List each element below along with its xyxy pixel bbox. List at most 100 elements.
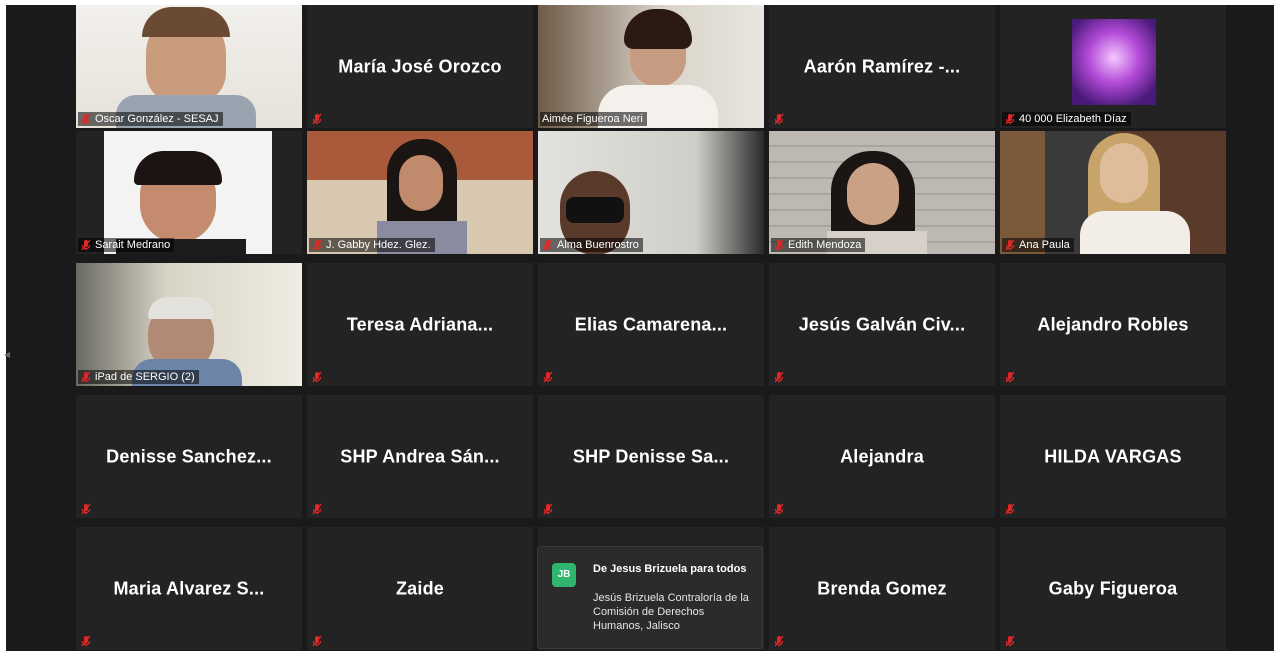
participant-tile[interactable]: Sarait Medrano: [76, 131, 302, 254]
chat-notification[interactable]: JB De Jesus Brizuela para todos Jesús Br…: [537, 546, 763, 649]
participant-name-label: [78, 634, 99, 648]
participant-name-label: [540, 370, 561, 384]
participant-display-name: Denisse Sanchez...: [106, 446, 272, 466]
chat-avatar: JB: [552, 563, 576, 587]
mic-muted-icon: [311, 239, 326, 251]
mic-muted-icon: [1004, 113, 1019, 125]
participant-display-name: Teresa Adriana...: [346, 314, 494, 334]
participant-tile[interactable]: Denisse Sanchez...: [76, 395, 302, 518]
participant-name-label: Sarait Medrano: [78, 238, 175, 252]
participant-name-label: [309, 634, 330, 648]
participant-name-label: Edith Mendoza: [771, 238, 866, 252]
participant-display-name: Aarón Ramírez -...: [803, 56, 961, 76]
video-feed: [307, 131, 533, 254]
participant-name-label: [309, 502, 330, 516]
participant-display-name: María José Orozco: [338, 56, 502, 76]
participant-display-name: HILDA VARGAS: [1044, 446, 1182, 466]
participant-tile[interactable]: iPad de SERGIO (2): [76, 263, 302, 386]
participant-name: Edith Mendoza: [788, 239, 862, 251]
participant-name-label: [1002, 370, 1023, 384]
participant-tile[interactable]: SHP Andrea Sán...: [307, 395, 533, 518]
participant-name-label: [771, 502, 792, 516]
mic-muted-icon: [311, 503, 326, 515]
mic-muted-icon: [1004, 503, 1019, 515]
participant-name: iPad de SERGIO (2): [95, 371, 195, 383]
participant-name-label: Aimée Figueroa Neri: [540, 112, 647, 126]
participant-name-label: [540, 502, 561, 516]
participant-tile[interactable]: Zaide: [307, 527, 533, 650]
mic-muted-icon: [80, 239, 95, 251]
mic-muted-icon: [1004, 239, 1019, 251]
participant-tile[interactable]: J. Gabby Hdez. Glez.: [307, 131, 533, 254]
participant-tile[interactable]: Elias Camarena...: [538, 263, 764, 386]
participant-display-name: Elias Camarena...: [574, 314, 728, 334]
participant-name: J. Gabby Hdez. Glez.: [326, 239, 431, 251]
mic-muted-icon: [1004, 371, 1019, 383]
participant-display-name: Maria Alvarez S...: [113, 578, 265, 598]
participant-name-label: iPad de SERGIO (2): [78, 370, 199, 384]
participant-name-label: [771, 112, 792, 126]
participant-name-label: Alma Buenrostro: [540, 238, 643, 252]
mic-muted-icon: [80, 503, 95, 515]
participant-tile[interactable]: 40 000 Elizabeth Díaz: [1000, 5, 1226, 128]
video-feed: [1000, 131, 1226, 254]
video-feed: [76, 131, 302, 254]
mic-muted-icon: [773, 371, 788, 383]
participant-display-name: SHP Andrea Sán...: [340, 446, 500, 466]
participant-name-label: Oscar González - SESAJ: [78, 112, 223, 126]
mic-muted-icon: [773, 503, 788, 515]
mic-muted-icon: [311, 371, 326, 383]
participant-tile[interactable]: Jesús Galván Civ...: [769, 263, 995, 386]
participant-name-label: Ana Paula: [1002, 238, 1074, 252]
participant-tile[interactable]: Edith Mendoza: [769, 131, 995, 254]
video-feed: [76, 263, 302, 386]
participant-name: 40 000 Elizabeth Díaz: [1019, 113, 1127, 125]
video-feed: [769, 131, 995, 254]
participant-tile[interactable]: HILDA VARGAS: [1000, 395, 1226, 518]
participant-name: Oscar González - SESAJ: [95, 113, 219, 125]
mic-muted-icon: [80, 371, 95, 383]
participant-tile[interactable]: SHP Denisse Sa...: [538, 395, 764, 518]
participant-name-label: [309, 370, 330, 384]
edge-marker: ◀: [4, 350, 11, 359]
participant-name-label: 40 000 Elizabeth Díaz: [1002, 112, 1131, 126]
chat-message: Jesús Brizuela Contraloría de la Comisió…: [593, 592, 749, 632]
participant-tile[interactable]: Maria Alvarez S...: [76, 527, 302, 650]
participant-tile[interactable]: Alejandra: [769, 395, 995, 518]
participant-tile[interactable]: Alma Buenrostro: [538, 131, 764, 254]
mic-muted-icon: [773, 239, 788, 251]
mic-muted-icon: [542, 503, 557, 515]
mic-muted-icon: [773, 113, 788, 125]
participant-name: Alma Buenrostro: [557, 239, 639, 251]
participant-display-name: Jesús Galván Civ...: [798, 314, 966, 334]
participant-tile[interactable]: Brenda Gomez: [769, 527, 995, 650]
participant-tile[interactable]: Aimée Figueroa Neri: [538, 5, 764, 128]
participant-name-label: [771, 370, 792, 384]
participant-tile[interactable]: Teresa Adriana...: [307, 263, 533, 386]
mic-muted-icon: [542, 371, 557, 383]
participant-tile[interactable]: Ana Paula: [1000, 131, 1226, 254]
mic-muted-icon: [80, 635, 95, 647]
participant-display-name: Zaide: [395, 578, 444, 598]
mic-muted-icon: [80, 113, 95, 125]
participant-tile[interactable]: Oscar González - SESAJ: [76, 5, 302, 128]
participant-tile[interactable]: María José Orozco: [307, 5, 533, 128]
chat-sender: De Jesus Brizuela para todos: [593, 563, 747, 575]
participant-tile[interactable]: Gaby Figueroa: [1000, 527, 1226, 650]
participant-name-label: [771, 634, 792, 648]
participant-tile[interactable]: Alejandro Robles: [1000, 263, 1226, 386]
participant-tile[interactable]: Aarón Ramírez -...: [769, 5, 995, 128]
participant-display-name: Brenda Gomez: [817, 578, 947, 598]
participant-display-name: Gaby Figueroa: [1048, 578, 1178, 598]
mic-muted-icon: [311, 635, 326, 647]
participant-name-label: [1002, 634, 1023, 648]
participant-name-label: J. Gabby Hdez. Glez.: [309, 238, 435, 252]
participant-name: Aimée Figueroa Neri: [542, 113, 643, 125]
participant-display-name: Alejandro Robles: [1037, 314, 1189, 334]
participant-name-label: [78, 502, 99, 516]
mic-muted-icon: [542, 239, 557, 251]
mic-muted-icon: [311, 113, 326, 125]
participant-name: Ana Paula: [1019, 239, 1070, 251]
mic-muted-icon: [773, 635, 788, 647]
video-feed: [538, 131, 764, 254]
